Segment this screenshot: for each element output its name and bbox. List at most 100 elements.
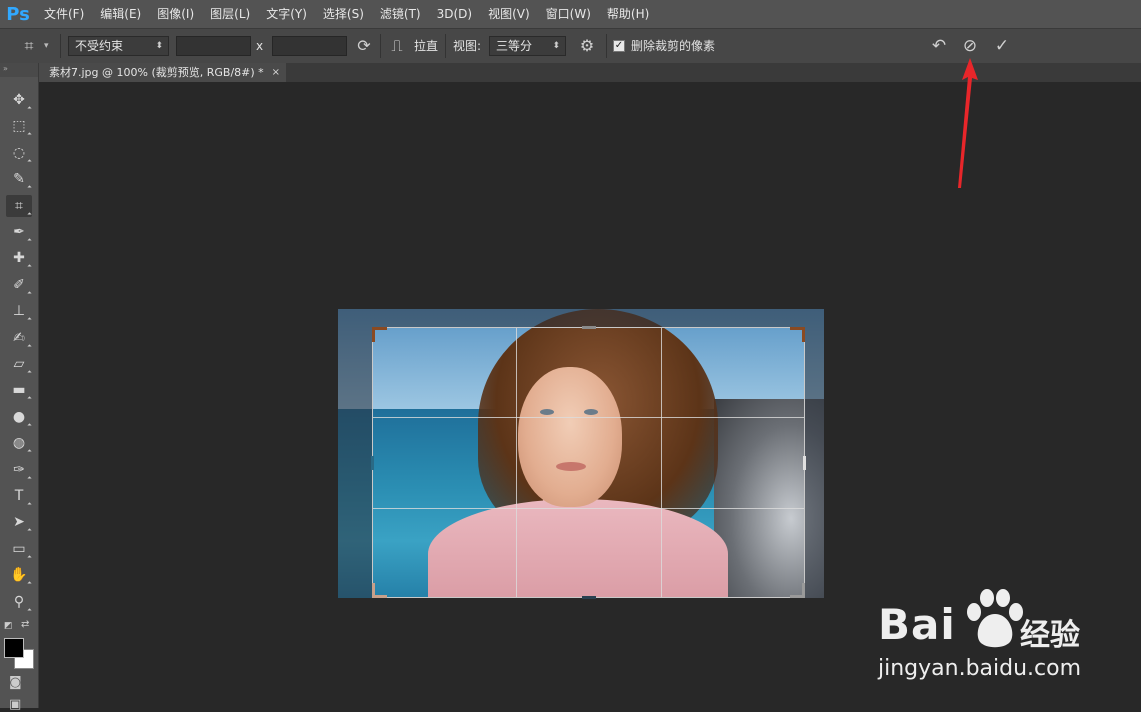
type-tool[interactable]: T [6, 485, 32, 507]
menu-file[interactable]: 文件(F) [36, 0, 92, 28]
watermark-brand-suffix: 经验 [1020, 618, 1080, 653]
tools-panel: » ✥ ⬚ ◌ ✎ ⌗ ✒ ✚ ✐ ⊥ ✍ ▱ ▬ ● ◍ ✑ T ➤ ▭ ✋ ⚲ ◩ ⇄ ◙ ▣ [0, 63, 39, 712]
zoom-tool[interactable]: ⚲ [6, 591, 32, 613]
view-label: 视图: [453, 39, 482, 53]
path-select-tool-icon: ➤ [13, 514, 25, 531]
photoshop-logo: Ps [6, 3, 30, 25]
crop-handle-left[interactable] [371, 456, 374, 470]
gradient-tool-icon: ▬ [12, 382, 26, 399]
type-tool-icon: T [14, 488, 24, 504]
stamp-tool[interactable]: ⊥ [6, 300, 32, 322]
blur-tool-icon: ● [12, 408, 26, 425]
menu-type[interactable]: 文字(Y) [258, 0, 315, 28]
pen-tool-icon: ✑ [13, 461, 25, 478]
straighten-icon[interactable]: ⎍ [386, 36, 408, 56]
crop-handle-bottom-left[interactable] [372, 583, 387, 598]
crop-handle-right[interactable] [803, 456, 806, 470]
height-input[interactable] [272, 36, 347, 56]
default-colors-icon[interactable]: ◩ [4, 621, 13, 631]
brush-tool-icon: ✐ [13, 276, 25, 293]
view-dropdown-value: 三等分 [496, 39, 533, 53]
rotate-swap-icon[interactable]: ⟳ [353, 36, 375, 56]
menu-bar: Ps 文件(F) 编辑(E) 图像(I) 图层(L) 文字(Y) 选择(S) 滤… [0, 0, 1141, 28]
dodge-tool[interactable]: ◍ [6, 432, 32, 454]
watermark-url: jingyan.baidu.com [878, 656, 1082, 681]
screen-mode-icon[interactable]: ▣ [9, 697, 21, 712]
healing-tool-icon: ✚ [13, 250, 25, 267]
crop-handle-top[interactable] [582, 326, 596, 329]
crop-icon[interactable]: ⌗ [18, 36, 40, 56]
dropdown-arrow-icon: ⬍ [552, 41, 560, 51]
brush-tool[interactable]: ✐ [6, 274, 32, 296]
document-tab[interactable]: 素材7.jpg @ 100% (裁剪预览, RGB/8#) * × [39, 63, 286, 82]
path-select-tool[interactable]: ➤ [6, 511, 32, 534]
crop-handle-top-right[interactable] [790, 327, 805, 342]
width-input[interactable] [176, 36, 251, 56]
crop-handle-top-left[interactable] [372, 327, 387, 342]
history-brush-tool-icon: ✍ [13, 329, 25, 346]
tools-panel-collapse[interactable]: » [0, 63, 38, 77]
dropdown-arrow-icon: ⬍ [155, 41, 163, 51]
delete-cropped-checkbox[interactable]: ✓ [613, 40, 625, 52]
crop-tool[interactable]: ⌗ [6, 194, 32, 217]
healing-tool[interactable]: ✚ [6, 247, 32, 270]
undo-icon[interactable]: ↶ [928, 36, 950, 56]
foreground-color-swatch[interactable] [4, 638, 24, 658]
eyedropper-tool-icon: ✒ [13, 224, 25, 240]
thirds-gridline [516, 328, 517, 597]
quick-select-tool-icon: ✎ [13, 171, 25, 188]
crop-box[interactable] [371, 326, 806, 599]
menu-window[interactable]: 窗口(W) [538, 0, 599, 28]
menu-filter[interactable]: 滤镜(T) [372, 0, 429, 28]
tool-preset-arrow-icon[interactable]: ▾ [44, 36, 54, 56]
blur-tool[interactable]: ● [6, 406, 32, 428]
straighten-label[interactable]: 拉直 [414, 36, 438, 56]
menu-view[interactable]: 视图(V) [480, 0, 538, 28]
stamp-tool-icon: ⊥ [12, 303, 26, 320]
menu-3d[interactable]: 3D(D) [429, 0, 480, 28]
move-tool-icon: ✥ [13, 92, 25, 108]
menu-image[interactable]: 图像(I) [149, 0, 202, 28]
pen-tool[interactable]: ✑ [6, 459, 32, 481]
watermark-brand: Bai [878, 600, 956, 649]
swap-colors-icon[interactable]: ⇄ [21, 619, 29, 630]
hand-tool-icon: ✋ [10, 567, 28, 584]
annotation-arrow-icon [958, 58, 978, 188]
close-icon[interactable]: × [272, 63, 280, 82]
checkmark-icon[interactable]: ✓ [991, 36, 1013, 56]
shape-tool[interactable]: ▭ [6, 538, 32, 560]
thirds-gridline [373, 417, 804, 418]
eraser-tool[interactable]: ▱ [6, 353, 32, 375]
menu-help[interactable]: 帮助(H) [599, 0, 657, 28]
view-dropdown[interactable]: 三等分 ⬍ [489, 36, 566, 56]
cancel-circle-icon[interactable]: ⊘ [959, 36, 981, 56]
gear-icon[interactable]: ⚙ [576, 36, 598, 56]
menu-edit[interactable]: 编辑(E) [92, 0, 149, 28]
menu-select[interactable]: 选择(S) [315, 0, 372, 28]
zoom-tool-icon: ⚲ [13, 593, 25, 610]
crop-handle-bottom[interactable] [582, 596, 596, 599]
marquee-tool-icon: ⬚ [12, 118, 26, 135]
hand-tool[interactable]: ✋ [6, 564, 32, 586]
crop-tool-icon: ⌗ [15, 197, 23, 214]
lasso-tool-icon: ◌ [12, 144, 26, 161]
lasso-tool[interactable]: ◌ [6, 142, 32, 164]
eyedropper-tool[interactable]: ✒ [6, 221, 32, 243]
delete-cropped-label[interactable]: 删除裁剪的像素 [631, 36, 715, 56]
quick-mask-icon[interactable]: ◙ [9, 675, 22, 690]
quick-select-tool[interactable]: ✎ [6, 168, 32, 190]
gradient-tool[interactable]: ▬ [6, 379, 32, 402]
document-tab-title: 素材7.jpg @ 100% (裁剪预览, RGB/8#) * [49, 66, 264, 79]
marquee-tool[interactable]: ⬚ [6, 115, 32, 138]
history-brush-tool[interactable]: ✍ [6, 327, 32, 349]
thirds-gridline [373, 508, 804, 509]
crop-handle-bottom-right[interactable] [790, 583, 805, 598]
move-tool[interactable]: ✥ [6, 89, 32, 111]
dimension-separator: x [256, 39, 264, 53]
ratio-dropdown-value: 不受约束 [75, 39, 124, 53]
watermark: Bai 经验 jingyan.baidu.com [872, 586, 1112, 686]
thirds-gridline [661, 328, 662, 597]
ratio-dropdown[interactable]: 不受约束 ⬍ [68, 36, 169, 56]
dodge-tool-icon: ◍ [12, 435, 26, 452]
menu-layer[interactable]: 图层(L) [202, 0, 258, 28]
